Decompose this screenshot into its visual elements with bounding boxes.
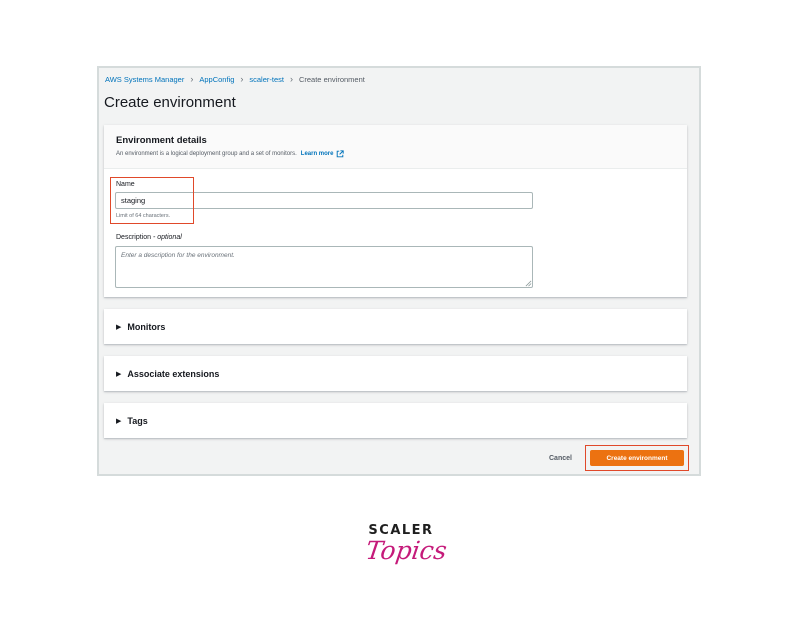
section-title-tags: Tags — [127, 415, 148, 426]
card-description: An environment is a logical deployment g… — [116, 150, 345, 158]
tags-section[interactable]: ▶ Tags — [104, 403, 687, 438]
description-textarea[interactable] — [115, 246, 533, 288]
associate-extensions-section[interactable]: ▶ Associate extensions — [104, 356, 687, 391]
caret-right-icon: ▶ — [116, 323, 122, 331]
name-label: Name — [116, 181, 135, 188]
chevron-right-icon: › — [190, 73, 194, 84]
name-input[interactable] — [115, 192, 533, 209]
chevron-right-icon: › — [289, 73, 293, 84]
page-title: Create environment — [104, 94, 236, 111]
chevron-right-icon: › — [240, 73, 244, 84]
monitors-section[interactable]: ▶ Monitors — [104, 309, 687, 344]
scaler-topics-logo: SCALER Topics — [356, 520, 449, 582]
breadcrumb-systems-manager[interactable]: AWS Systems Manager — [105, 75, 184, 84]
section-title-monitors: Monitors — [127, 321, 166, 332]
learn-more-link[interactable]: Learn more — [301, 151, 334, 157]
optional-tag: - optional — [152, 234, 182, 241]
breadcrumb-scaler-test[interactable]: scaler-test — [249, 75, 284, 84]
caret-right-icon: ▶ — [116, 370, 122, 378]
environment-details-card: Environment details An environment is a … — [104, 125, 687, 297]
card-header: Environment details An environment is a … — [104, 125, 687, 169]
breadcrumb-appconfig[interactable]: AppConfig — [199, 75, 234, 84]
description-label-text: Description — [116, 234, 152, 241]
card-description-text: An environment is a logical deployment g… — [116, 151, 297, 157]
caret-right-icon: ▶ — [116, 417, 122, 425]
external-link-icon[interactable] — [336, 150, 345, 158]
resize-handle-icon[interactable] — [525, 280, 532, 287]
name-constraint: Limit of 64 characters. — [116, 213, 171, 219]
create-environment-button[interactable]: Create environment — [590, 450, 684, 466]
description-label: Description - optional — [116, 234, 182, 241]
card-title: Environment details — [116, 135, 207, 146]
section-title-extensions: Associate extensions — [127, 368, 220, 379]
cancel-button[interactable]: Cancel — [549, 455, 572, 462]
breadcrumb-current: Create environment — [298, 74, 365, 84]
console-window: AWS Systems Manager › AppConfig › scaler… — [97, 66, 701, 476]
logo-script: Topics — [363, 536, 449, 565]
breadcrumb: AWS Systems Manager › AppConfig › scaler… — [105, 72, 365, 86]
